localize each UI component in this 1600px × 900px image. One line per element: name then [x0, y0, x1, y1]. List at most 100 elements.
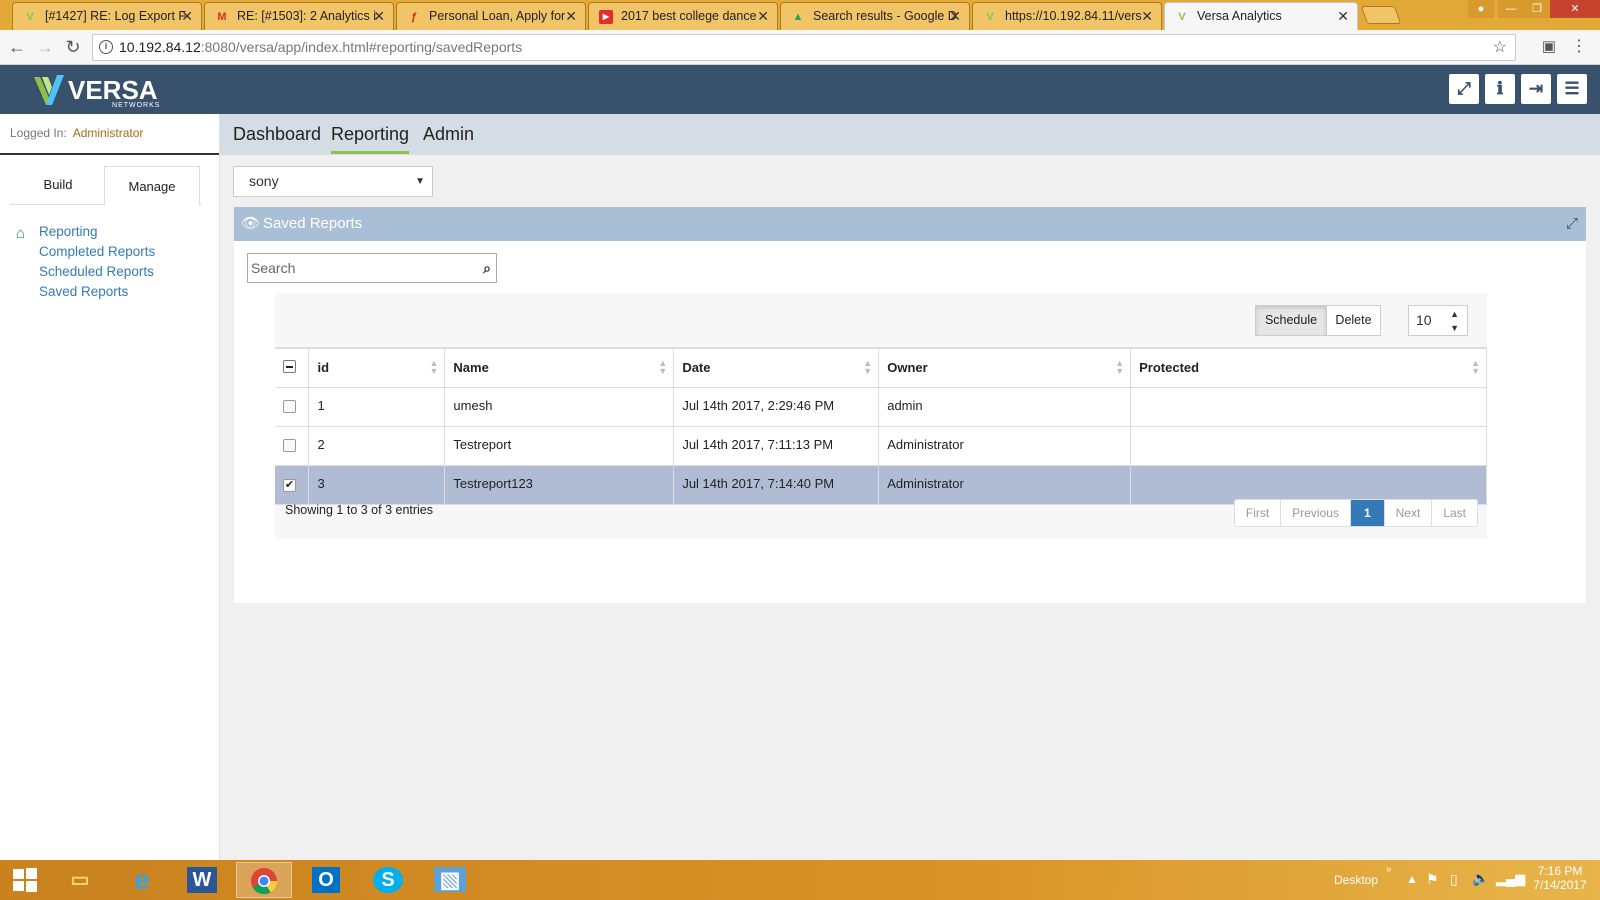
- volume-icon[interactable]: 🔈: [1472, 870, 1489, 887]
- back-icon[interactable]: ←: [6, 36, 28, 58]
- info-icon: ℹ: [1496, 79, 1504, 98]
- fullscreen-button[interactable]: ⤢: [1449, 74, 1479, 104]
- close-tab-icon[interactable]: ✕: [949, 3, 961, 30]
- column-header-protected[interactable]: Protected ▲ ▼: [1130, 347, 1487, 388]
- sidebar-item-label: Reporting: [39, 224, 98, 239]
- extension-icon[interactable]: ▣: [1538, 36, 1560, 58]
- column-header-owner[interactable]: Owner ▲ ▼: [878, 347, 1132, 388]
- column-label: id: [317, 360, 330, 376]
- close-tab-icon[interactable]: ✕: [373, 3, 385, 30]
- row-checkbox-checked[interactable]: ✔: [283, 478, 296, 492]
- nav-reporting[interactable]: Reporting: [331, 114, 410, 154]
- column-header-id[interactable]: id ▲ ▼: [308, 347, 446, 388]
- page-current-button[interactable]: 1: [1350, 500, 1385, 526]
- internet-explorer-icon[interactable]: e: [114, 862, 170, 898]
- site-info-icon[interactable]: i: [99, 40, 113, 54]
- cell-date: Jul 14th 2017, 2:29:46 PM: [673, 387, 880, 427]
- row-select-cell[interactable]: ✔: [275, 465, 310, 505]
- cell-date: Jul 14th 2017, 7:14:40 PM: [673, 465, 880, 505]
- file-explorer-icon[interactable]: ▭: [52, 862, 108, 898]
- clock[interactable]: 7:16 PM 7/14/2017: [1530, 864, 1590, 892]
- table-row[interactable]: 1 umesh Jul 14th 2017, 2:29:46 PM admin: [275, 387, 1487, 427]
- close-tab-icon[interactable]: ✕: [181, 3, 193, 30]
- search-input[interactable]: Search ⌕: [247, 253, 497, 283]
- browser-tab[interactable]: ▲ Search results - Google D ✕: [780, 2, 970, 30]
- sidebar-item-scheduled-reports[interactable]: Scheduled Reports: [16, 262, 155, 282]
- close-tab-icon[interactable]: ✕: [757, 3, 769, 30]
- row-select-cell[interactable]: [275, 426, 310, 466]
- tenant-select[interactable]: sony ▼: [233, 166, 433, 197]
- browser-tab[interactable]: ▶ 2017 best college dance ✕: [588, 2, 778, 30]
- power-icon[interactable]: ▯: [1450, 871, 1458, 888]
- page-first-button[interactable]: First: [1235, 500, 1282, 526]
- close-tab-icon[interactable]: ✕: [565, 3, 577, 30]
- column-header-name[interactable]: Name ▲ ▼: [444, 347, 675, 388]
- tab-title: RE: [#1503]: 2 Analytics i: [237, 9, 376, 23]
- browser-tab-strip: V [#1427] RE: Log Export F ✕ M RE: [#150…: [0, 0, 1600, 30]
- row-select-cell[interactable]: [275, 387, 310, 427]
- delete-button[interactable]: Delete: [1326, 305, 1381, 336]
- select-all-checkbox[interactable]: [283, 359, 296, 373]
- photos-icon[interactable]: ▧: [422, 862, 478, 898]
- bookmark-star-icon[interactable]: ☆: [1493, 35, 1507, 60]
- tab-build[interactable]: Build: [10, 165, 106, 205]
- url-path: :8080/versa/app/index.html#reporting/sav…: [200, 39, 523, 55]
- user-profile-icon[interactable]: ●: [1468, 0, 1494, 18]
- outlook-icon[interactable]: O: [298, 862, 354, 898]
- row-checkbox[interactable]: [283, 399, 296, 413]
- action-center-flag-icon[interactable]: ⚑: [1426, 871, 1439, 888]
- start-button[interactable]: [0, 862, 50, 898]
- browser-tab[interactable]: V [#1427] RE: Log Export F ✕: [12, 2, 202, 30]
- nav-dashboard[interactable]: Dashboard: [233, 114, 321, 155]
- reload-icon[interactable]: ↻: [62, 36, 84, 58]
- desktop-toolbar[interactable]: Desktop: [1334, 873, 1378, 887]
- tab-manage[interactable]: Manage: [104, 166, 200, 206]
- word-icon[interactable]: W: [174, 862, 230, 898]
- forward-icon[interactable]: →: [34, 36, 56, 58]
- url-field[interactable]: i 10.192.84.12:8080/versa/app/index.html…: [92, 34, 1516, 61]
- column-label: Protected: [1139, 360, 1200, 376]
- table-row[interactable]: 2 Testreport Jul 14th 2017, 7:11:13 PM A…: [275, 426, 1487, 466]
- page-size-value: 10: [1416, 312, 1432, 328]
- versa-logo-mark-icon: [34, 75, 64, 105]
- browser-tab[interactable]: M RE: [#1503]: 2 Analytics i ✕: [204, 2, 394, 30]
- new-tab-button[interactable]: [1360, 6, 1402, 24]
- url-host: 10.192.84.12: [119, 39, 201, 55]
- close-tab-icon[interactable]: ✕: [1337, 3, 1349, 30]
- skype-icon[interactable]: S: [360, 862, 416, 898]
- browser-tab[interactable]: ƒ Personal Loan, Apply for ✕: [396, 2, 586, 30]
- sidebar-nav: ⌂ Reporting Completed Reports Scheduled …: [16, 222, 155, 302]
- column-header-date[interactable]: Date ▲ ▼: [673, 347, 880, 388]
- show-hidden-icons-icon[interactable]: ▲: [1406, 872, 1418, 886]
- expand-icon[interactable]: ⤢: [1566, 207, 1578, 241]
- column-label: Name: [453, 360, 489, 376]
- minimize-icon[interactable]: —: [1498, 0, 1524, 18]
- sidebar-item-reporting[interactable]: ⌂ Reporting: [16, 222, 155, 242]
- browser-tab-active[interactable]: V Versa Analytics ✕: [1164, 2, 1358, 30]
- cell-owner: Administrator: [878, 465, 1132, 505]
- row-checkbox[interactable]: [283, 438, 296, 452]
- page-last-button[interactable]: Last: [1432, 500, 1477, 526]
- page-size-select[interactable]: 10 ▲ ▼: [1408, 305, 1468, 336]
- sidebar-item-saved-reports[interactable]: Saved Reports: [16, 282, 155, 302]
- cell-name: Testreport123: [444, 465, 675, 505]
- info-button[interactable]: ℹ: [1485, 74, 1515, 104]
- network-signal-icon[interactable]: ▂▄▆: [1496, 871, 1525, 887]
- chrome-menu-icon[interactable]: ⋮: [1568, 36, 1590, 58]
- sidebar-item-completed-reports[interactable]: Completed Reports: [16, 242, 155, 262]
- select-all-cell[interactable]: [275, 347, 310, 388]
- toolbar-expand-icon[interactable]: »: [1386, 864, 1392, 875]
- close-window-icon[interactable]: ✕: [1550, 0, 1600, 18]
- nav-admin[interactable]: Admin: [423, 114, 474, 155]
- page-next-button[interactable]: Next: [1385, 500, 1433, 526]
- schedule-button[interactable]: Schedule: [1255, 305, 1327, 336]
- search-icon[interactable]: ⌕: [483, 254, 491, 282]
- logout-button[interactable]: ⇥: [1521, 74, 1551, 104]
- page-previous-button[interactable]: Previous: [1281, 500, 1351, 526]
- restore-icon[interactable]: ❐: [1524, 0, 1550, 18]
- close-tab-icon[interactable]: ✕: [1141, 3, 1153, 30]
- tab-title: [#1427] RE: Log Export F: [45, 9, 187, 23]
- chrome-icon[interactable]: [236, 862, 292, 898]
- menu-button[interactable]: ☰: [1557, 74, 1587, 104]
- browser-tab[interactable]: V https://10.192.84.11/vers ✕: [972, 2, 1162, 30]
